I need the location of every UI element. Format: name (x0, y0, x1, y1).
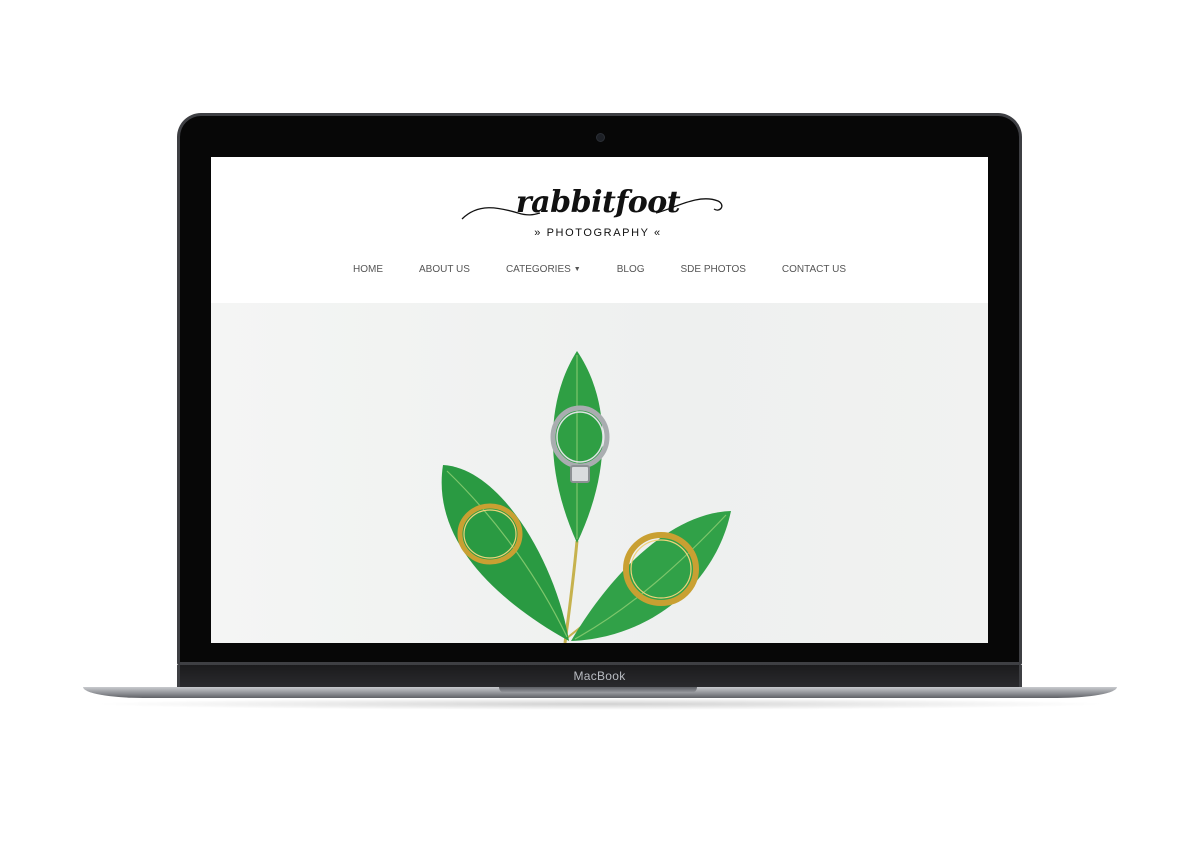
hero-image (211, 303, 988, 643)
logo-script-text: rabbitfoot (515, 185, 681, 220)
main-nav: HOME ABOUT US CATEGORIES ▼ BLOG SDE PHOTO… (211, 264, 988, 275)
laptop-chin: MacBook (177, 665, 1022, 687)
nav-item-categories[interactable]: CATEGORIES ▼ (488, 264, 599, 275)
nav-item-blog[interactable]: BLOG (599, 264, 663, 275)
nav-item-about-us[interactable]: ABOUT US (401, 264, 488, 275)
site-logo[interactable]: rabbitfoot » PHOTOGRAPHY « (458, 179, 738, 243)
laptop-screen: rabbitfoot » PHOTOGRAPHY « HOME ABOUT US… (211, 157, 988, 643)
nav-item-sde-photos[interactable]: SDE PHOTOS (663, 264, 764, 275)
nav-item-categories-label: CATEGORIES (505, 264, 571, 275)
nav-item-home[interactable]: HOME (335, 264, 401, 275)
leaves-rings-image (441, 351, 731, 643)
laptop-lid: rabbitfoot » PHOTOGRAPHY « HOME ABOUT US… (177, 113, 1022, 665)
macbook-label: MacBook (573, 669, 626, 683)
logo-subtitle: » PHOTOGRAPHY « (534, 227, 662, 239)
laptop-base (83, 687, 1117, 698)
laptop-notch (499, 687, 697, 693)
caret-down-icon: ▼ (573, 266, 581, 273)
site-header: rabbitfoot » PHOTOGRAPHY « HOME ABOUT US… (211, 157, 988, 303)
laptop-shadow (90, 698, 1110, 710)
webcam-icon (596, 133, 605, 142)
nav-item-contact-us[interactable]: CONTACT US (764, 264, 864, 275)
